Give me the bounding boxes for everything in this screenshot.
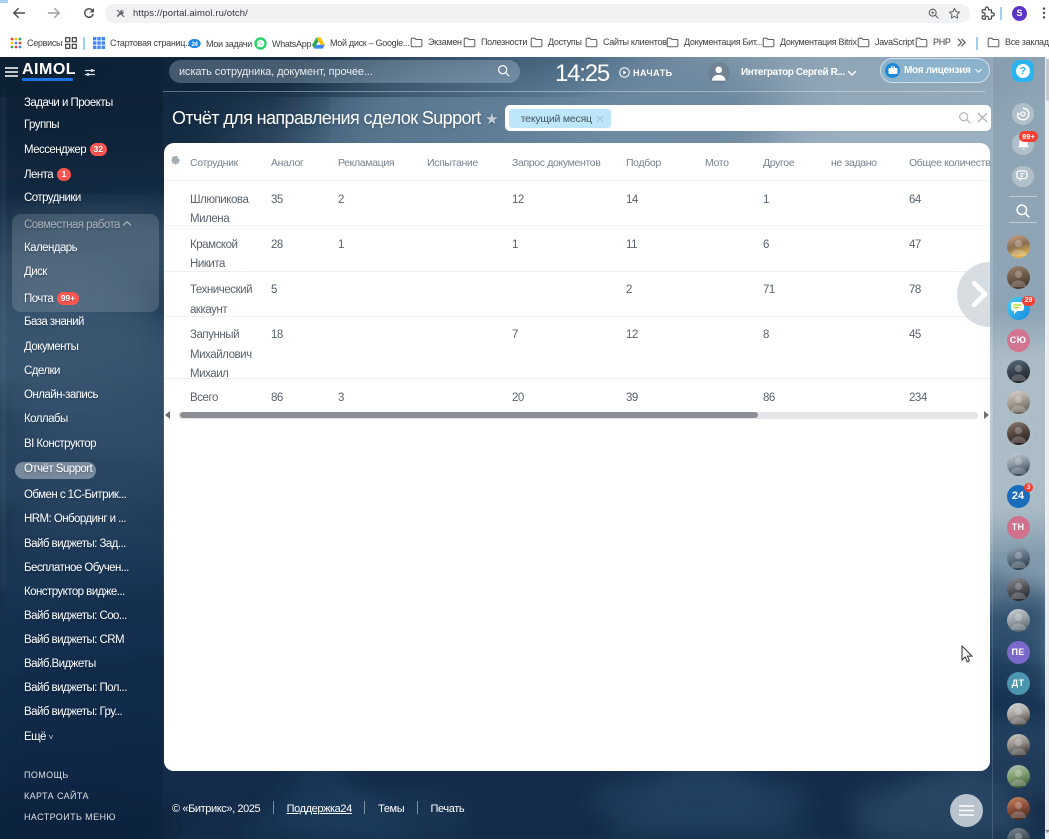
svg-text:24: 24 [191,42,198,48]
